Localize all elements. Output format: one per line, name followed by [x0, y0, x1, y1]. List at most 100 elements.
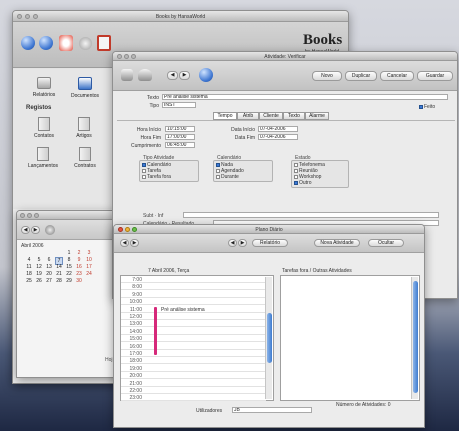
time-row[interactable]: 17:00: [121, 350, 266, 357]
time-row[interactable]: 21:00: [121, 380, 266, 387]
tasks-scrollbar[interactable]: [411, 277, 418, 399]
time-row[interactable]: 15:00: [121, 335, 266, 343]
tab-texto[interactable]: Texto: [283, 112, 305, 120]
calendar-day[interactable]: 6: [45, 257, 53, 263]
tab-atrib[interactable]: Atrib: [237, 112, 259, 120]
footer-subt-field[interactable]: [183, 212, 439, 218]
calendar-day[interactable]: 21: [55, 271, 63, 277]
cumprimento-field[interactable]: 06:45:00: [165, 142, 195, 148]
prev-day-button[interactable]: ◀: [120, 239, 129, 247]
save-button[interactable]: Guardar: [417, 71, 453, 81]
users-field[interactable]: JB: [232, 407, 312, 413]
calendar-day[interactable]: 5: [35, 257, 43, 263]
calendar-day[interactable]: 20: [45, 271, 53, 277]
time-row[interactable]: 23:00: [121, 394, 266, 402]
time-row[interactable]: 10:00: [121, 298, 266, 306]
new-activity-button[interactable]: Nova Atividade: [314, 239, 360, 247]
time-row[interactable]: 9:00: [121, 291, 266, 298]
estado-outro-option[interactable]: Outro: [294, 180, 346, 186]
feito-checkbox[interactable]: Feito: [419, 104, 435, 110]
calendar-day[interactable]: 19: [35, 271, 43, 277]
calendar-day[interactable]: 1: [65, 250, 73, 256]
time-row[interactable]: 13:00: [121, 320, 266, 328]
data-inicio-field[interactable]: 07-04-2006: [258, 126, 298, 132]
planner-scrollbar[interactable]: [265, 277, 272, 399]
calendar-day[interactable]: 15: [65, 264, 73, 270]
calendar-day[interactable]: 27: [45, 278, 53, 284]
duplicate-button[interactable]: Duplicar: [345, 71, 377, 81]
settings-icon[interactable]: [79, 37, 92, 50]
forward-icon[interactable]: [39, 36, 53, 50]
time-row[interactable]: 20:00: [121, 372, 266, 380]
hide-button[interactable]: Ocultar: [368, 239, 404, 247]
calendar-day[interactable]: 18: [25, 271, 33, 277]
tab-tempo[interactable]: Tempo: [213, 112, 237, 120]
minimize-icon[interactable]: [27, 213, 32, 218]
sidebar-item-articles[interactable]: Artigos: [67, 117, 101, 139]
calendar-day[interactable]: 16: [75, 264, 83, 270]
sidebar-item-contracts[interactable]: Contratos: [67, 147, 103, 169]
planner-event-text[interactable]: Pré análise sistema: [161, 307, 205, 313]
hora-fim-field[interactable]: 17:00:00: [165, 134, 195, 140]
calendar-day[interactable]: 12: [35, 264, 43, 270]
calendar-day[interactable]: 8: [65, 257, 73, 263]
view-toggle-left[interactable]: ◀: [228, 239, 237, 247]
prev-month-button[interactable]: ◀: [21, 226, 30, 234]
window-icon[interactable]: [97, 35, 111, 51]
next-record-button[interactable]: ▶: [179, 71, 190, 80]
view-toggle-right[interactable]: ▶: [238, 239, 247, 247]
people-icon[interactable]: [138, 69, 152, 81]
sidebar-item-contacts[interactable]: Contatos: [27, 117, 61, 139]
time-row[interactable]: 22:00: [121, 387, 266, 394]
time-row[interactable]: 8:00: [121, 283, 266, 291]
calendar-day[interactable]: 14: [55, 264, 63, 270]
tab-alarme[interactable]: Alarme: [305, 112, 329, 120]
calendar-day[interactable]: 28: [55, 278, 63, 284]
texto-field[interactable]: Pré análise sistema: [162, 94, 448, 100]
tag-icon[interactable]: [121, 69, 133, 81]
zoom-icon[interactable]: [34, 213, 39, 218]
calendar-day[interactable]: 9: [75, 257, 83, 263]
next-day-button[interactable]: ▶: [130, 239, 139, 247]
sidebar-item-postings[interactable]: Lançamentos: [23, 147, 63, 169]
close-icon[interactable]: [20, 213, 25, 218]
time-row[interactable]: 14:00: [121, 328, 266, 335]
report-button[interactable]: Relatório: [252, 239, 288, 247]
data-fim-field[interactable]: 07-04-2006: [258, 134, 298, 140]
calendar-day[interactable]: 22: [65, 271, 73, 277]
cancel-button[interactable]: Cancelar: [380, 71, 414, 81]
time-row[interactable]: 12:00: [121, 313, 266, 320]
calendar-day[interactable]: 4: [25, 257, 33, 263]
prev-record-button[interactable]: ◀: [167, 71, 178, 80]
time-row[interactable]: 19:00: [121, 365, 266, 372]
sidebar-item-reports[interactable]: Relatórios: [27, 77, 61, 98]
hora-inicio-field[interactable]: 10:15:00: [165, 126, 195, 132]
calendar-day[interactable]: 17: [85, 264, 93, 270]
calendar-day[interactable]: 3: [85, 250, 93, 256]
tipo-tarefa-fora-option[interactable]: Tarefa fora: [142, 174, 196, 180]
calendar-day[interactable]: 24: [85, 271, 93, 277]
calendar-day[interactable]: 10: [85, 257, 93, 263]
tab-cliente[interactable]: Cliente: [259, 112, 283, 120]
planner-event[interactable]: [154, 307, 157, 355]
calendar-day[interactable]: 2: [75, 250, 83, 256]
next-month-button[interactable]: ▶: [31, 226, 40, 234]
planner-scroll-thumb[interactable]: [267, 313, 272, 363]
new-button[interactable]: Novo: [312, 71, 342, 81]
calendar-day[interactable]: 11: [25, 264, 33, 270]
sync-icon[interactable]: [45, 225, 55, 235]
calendar-day[interactable]: 23: [75, 271, 83, 277]
home-icon[interactable]: [59, 35, 73, 51]
tipo-field[interactable]: INST: [162, 102, 196, 108]
tasks-scroll-thumb[interactable]: [413, 281, 418, 393]
time-row[interactable]: 16:00: [121, 343, 266, 350]
calendar-day[interactable]: 30: [75, 278, 83, 284]
calendar-day[interactable]: 25: [25, 278, 33, 284]
calendar-day[interactable]: 26: [35, 278, 43, 284]
record-globe-icon[interactable]: [199, 68, 213, 82]
sidebar-item-documents[interactable]: Documentos: [65, 77, 105, 99]
time-row[interactable]: 7:00: [121, 276, 266, 283]
time-row[interactable]: 18:00: [121, 357, 266, 365]
back-icon[interactable]: [21, 36, 35, 50]
calendar-day[interactable]: 29: [65, 278, 73, 284]
